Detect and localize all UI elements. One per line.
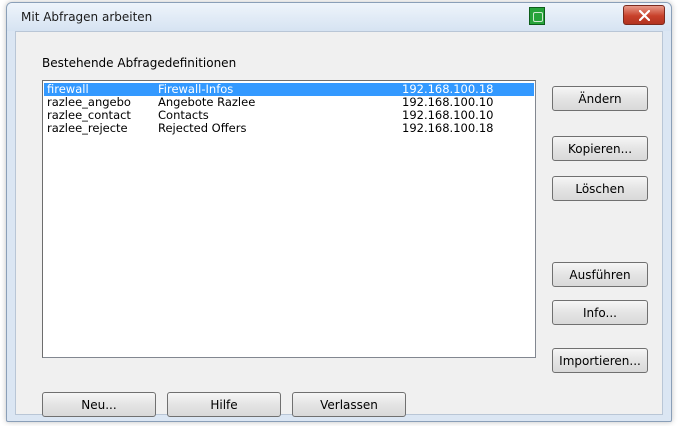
query-name: razlee_rejecte (47, 122, 128, 135)
query-name: razlee_angebo (47, 96, 131, 109)
close-button[interactable] (623, 5, 665, 25)
query-ip: 192.168.100.10 (402, 109, 494, 122)
title-bar[interactable]: Mit Abfragen arbeiten (7, 3, 671, 31)
app-icon (529, 7, 545, 25)
query-description: Contacts (158, 109, 209, 122)
query-definitions-label: Bestehende Abfragedefinitionen (42, 56, 237, 70)
dialog-window: Mit Abfragen arbeiten Bestehende Abfrage… (6, 2, 672, 422)
delete-button[interactable]: Löschen (552, 176, 648, 201)
query-description: Angebote Razlee (158, 96, 256, 109)
dialog-body: Bestehende Abfragedefinitionen firewall … (15, 31, 663, 417)
query-description: Firewall-Infos (158, 83, 234, 96)
run-button[interactable]: Ausführen (552, 262, 648, 287)
copy-button[interactable]: Kopieren... (552, 136, 648, 161)
exit-button[interactable]: Verlassen (292, 392, 406, 417)
new-button[interactable]: Neu... (42, 392, 156, 417)
window-title: Mit Abfragen arbeiten (21, 10, 153, 24)
query-ip: 192.168.100.18 (402, 83, 494, 96)
query-description: Rejected Offers (158, 122, 247, 135)
list-item[interactable]: firewall Firewall-Infos 192.168.100.18 (44, 83, 534, 96)
query-name: firewall (47, 83, 89, 96)
query-ip: 192.168.100.18 (402, 122, 494, 135)
import-button[interactable]: Importieren... (552, 348, 648, 373)
list-item[interactable]: razlee_rejecte Rejected Offers 192.168.1… (44, 122, 534, 135)
list-item[interactable]: razlee_angebo Angebote Razlee 192.168.10… (44, 96, 534, 109)
close-icon (639, 10, 650, 21)
query-name: razlee_contact (47, 109, 131, 122)
change-button[interactable]: Ändern (552, 86, 648, 111)
query-list[interactable]: firewall Firewall-Infos 192.168.100.18 r… (42, 80, 536, 358)
help-button[interactable]: Hilfe (167, 392, 281, 417)
list-item[interactable]: razlee_contact Contacts 192.168.100.10 (44, 109, 534, 122)
query-ip: 192.168.100.10 (402, 96, 494, 109)
info-button[interactable]: Info... (552, 300, 648, 325)
